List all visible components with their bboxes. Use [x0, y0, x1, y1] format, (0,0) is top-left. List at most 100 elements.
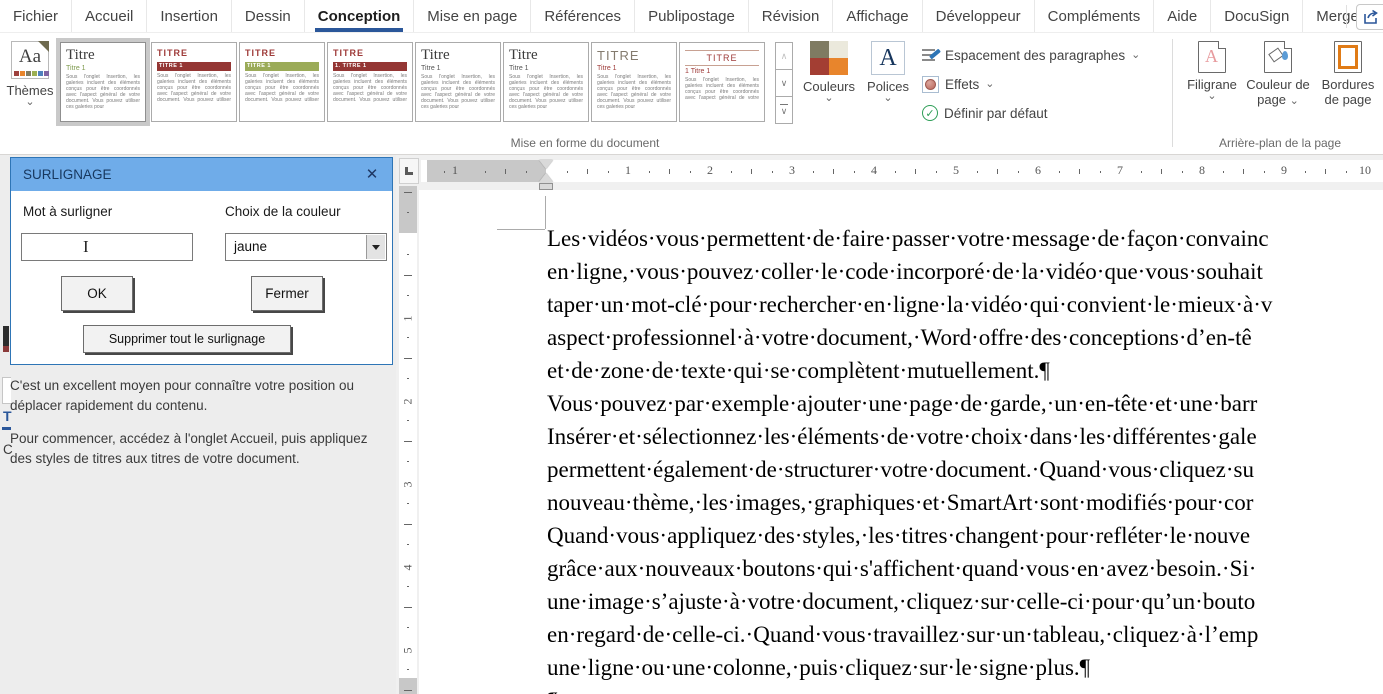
- style-set-5[interactable]: TitreTitre 1Sous l'onglet Insertion, les…: [415, 42, 501, 122]
- document-line: nouveau·thème,·les·images,·graphiques·et…: [547, 486, 1383, 519]
- style-set-8[interactable]: TITRE1 Titre 1Sous l'onglet Insertion, l…: [679, 42, 765, 122]
- ruler-tick: [1161, 169, 1162, 174]
- espacement-paragraphes-button[interactable]: Espacement des paragraphes ⌄: [922, 43, 1140, 67]
- ok-button[interactable]: OK: [61, 276, 133, 311]
- polices-button[interactable]: A Polices ⌄: [862, 41, 914, 102]
- menu-tab-conception[interactable]: Conception: [305, 0, 415, 32]
- filigrane-button[interactable]: Filigrane ⌄: [1184, 41, 1240, 100]
- group-label-mise-en-forme: Mise en forme du document: [420, 136, 750, 150]
- style-set-3[interactable]: TITRETITRE 1Sous l'onglet Insertion, les…: [239, 42, 325, 122]
- dialog-title: SURLIGNAGE: [23, 167, 112, 182]
- document-text[interactable]: Les·vidéos·vous·permettent·de·faire·pass…: [547, 222, 1383, 694]
- word-to-highlight-input[interactable]: [21, 233, 193, 261]
- ruler-margin-zone: [427, 160, 546, 182]
- ribbon: Aa Thèmes ⌄ Titre Titre 1 Sous l'onglet In…: [0, 33, 1383, 155]
- themes-button[interactable]: Aa Thèmes ⌄: [6, 41, 54, 145]
- gallery-more-button[interactable]: ∨: [775, 97, 793, 124]
- close-icon[interactable]: ✕: [362, 165, 382, 185]
- thumb-subtitle: 1. TITRE 1: [333, 62, 407, 71]
- ruler-tick: [404, 690, 412, 691]
- word-window: FichierAccueilInsertionDessinConceptionM…: [0, 0, 1383, 694]
- style-set-7[interactable]: TITRE Titre 1 Sous l'onglet Insertion, les…: [591, 42, 677, 122]
- style-set-6[interactable]: TitreTitre 1Sous l'onglet Insertion, les…: [503, 42, 589, 122]
- left-indent-marker[interactable]: [539, 183, 553, 190]
- thumb-title: TITRE: [597, 48, 671, 63]
- theme-color-swatch: [14, 71, 49, 76]
- effets-button[interactable]: Effets ⌄: [922, 72, 995, 96]
- menu-tab-fichier[interactable]: Fichier: [0, 0, 72, 32]
- thumb-subtitle: Titre 1: [597, 65, 671, 72]
- chevron-down-icon: ⌄: [1290, 95, 1299, 107]
- style-set-4[interactable]: TITRE1. TITRE 1Sous l'onglet Insertion, …: [327, 42, 413, 122]
- menu-tab-insertion[interactable]: Insertion: [147, 0, 232, 32]
- menu-tab-mise-en-page[interactable]: Mise en page: [414, 0, 531, 32]
- ruler-number: 2: [401, 393, 416, 405]
- thumb-subtitle: TITRE 1: [245, 62, 319, 71]
- hanging-indent-marker[interactable]: [539, 173, 553, 182]
- tab-stop-selector[interactable]: [399, 158, 419, 184]
- gallery-down-button[interactable]: ∨: [775, 70, 793, 97]
- menu-tab-compléments[interactable]: Compléments: [1035, 0, 1155, 32]
- couleurs-button[interactable]: Couleurs ⌄: [800, 41, 858, 102]
- menu-tab-références[interactable]: Références: [531, 0, 635, 32]
- ruler-tick: [526, 171, 527, 173]
- thumb-subtitle: Titre 1: [66, 65, 140, 72]
- style-set-2[interactable]: TITRETITRE 1Sous l'onglet Insertion, les…: [151, 42, 237, 122]
- text-boundary-mark: [497, 229, 545, 230]
- dialog-titlebar[interactable]: SURLIGNAGE: [11, 158, 392, 191]
- first-line-indent-marker[interactable]: [539, 160, 553, 169]
- ruler-tick: [407, 669, 409, 670]
- vertical-ruler[interactable]: 12345: [399, 186, 417, 694]
- ruler-tick: [407, 544, 409, 545]
- style-set-items: Titre Titre 1 Sous l'onglet Insertion, les…: [57, 42, 771, 124]
- chevron-down-icon: ⌄: [800, 94, 858, 102]
- document-line: aspect·professionnel·à·votre·document,·W…: [547, 321, 1383, 354]
- thumb-body: Sous l'onglet Insertion, les galeries in…: [597, 74, 671, 110]
- chevron-up-icon: ∧: [781, 51, 788, 62]
- horizontal-ruler[interactable]: 112345678910: [421, 160, 1383, 182]
- dropdown-arrow-icon[interactable]: [366, 235, 385, 259]
- thumb-rule: [685, 50, 759, 51]
- share-button[interactable]: [1356, 4, 1383, 30]
- gallery-up-button[interactable]: ∧: [775, 42, 793, 70]
- definir-par-defaut-button[interactable]: ✓ Définir par défaut: [922, 101, 1048, 125]
- fonts-icon: A: [871, 41, 905, 75]
- menu-tab-révision[interactable]: Révision: [749, 0, 834, 32]
- menu-tab-aide[interactable]: Aide: [1154, 0, 1211, 32]
- menu-tab-accueil[interactable]: Accueil: [72, 0, 147, 32]
- thumb-body: Sous l'onglet Insertion, les galeries in…: [509, 74, 583, 112]
- style-set-gallery: Titre Titre 1 Sous l'onglet Insertion, les…: [57, 42, 793, 124]
- ruler-tick: [1264, 171, 1265, 173]
- menu-tab-dessin[interactable]: Dessin: [232, 0, 305, 32]
- fermer-button[interactable]: Fermer: [251, 276, 323, 311]
- ruler-number: 9: [1281, 163, 1287, 178]
- style-set-1[interactable]: TitreTitre 1Sous l'onglet Insertion, les…: [60, 42, 146, 122]
- ruler-tick: [407, 420, 409, 421]
- supprimer-surlignage-button[interactable]: Supprimer tout le surlignage: [83, 325, 291, 353]
- thumb-body: Sous l'onglet Insertion, les galeries in…: [245, 73, 319, 103]
- menu-tab-développeur[interactable]: Développeur: [923, 0, 1035, 32]
- ruler-tick: [1325, 169, 1326, 174]
- document-line: grâce·aux·nouveaux·boutons·qui·s'affiche…: [547, 552, 1383, 585]
- menu-tab-affichage[interactable]: Affichage: [833, 0, 922, 32]
- ruler-tick: [1243, 169, 1244, 174]
- ruler-tick: [407, 337, 409, 338]
- couleur-de-page-button[interactable]: Couleur de page ⌄: [1243, 41, 1313, 107]
- effects-icon: [922, 76, 939, 93]
- menu-tab-publipostage[interactable]: Publipostage: [635, 0, 749, 32]
- group-divider: [1172, 39, 1173, 147]
- nav-paragraph-2: Pour commencer, accédez à l'onglet Accue…: [10, 429, 382, 469]
- color-dropdown[interactable]: jaune: [225, 233, 387, 261]
- ruler-tick: [407, 503, 409, 504]
- document-line: Les·vidéos·vous·permettent·de·faire·pass…: [547, 222, 1383, 255]
- ruler-bottom-margin-zone: [399, 678, 417, 694]
- ruler-tick: [1182, 171, 1183, 173]
- bordures-de-page-button[interactable]: Bordures de page: [1316, 41, 1380, 107]
- thumb-title: Titre: [66, 48, 140, 63]
- ruler-tick: [1141, 171, 1142, 173]
- ruler-number: 6: [1035, 163, 1041, 178]
- document-line: en·ligne,·vous·pouvez·coller·le·code·inc…: [547, 255, 1383, 288]
- surlignage-dialog: SURLIGNAGE ✕ Mot à surligner Choix de la…: [10, 157, 393, 365]
- ruler-tick: [997, 169, 998, 174]
- menu-tab-docusign[interactable]: DocuSign: [1211, 0, 1303, 32]
